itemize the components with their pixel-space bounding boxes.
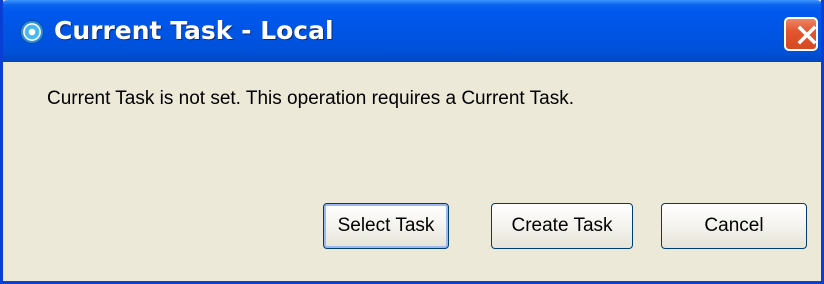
create-task-button[interactable]: Create Task: [491, 203, 633, 249]
title-bar[interactable]: Current Task - Local: [3, 0, 821, 62]
close-button[interactable]: [784, 17, 818, 51]
dialog-message: Current Task is not set. This operation …: [47, 88, 574, 109]
app-icon: [20, 20, 44, 44]
close-icon: [797, 25, 817, 45]
window-title: Current Task - Local: [54, 16, 334, 45]
cancel-button[interactable]: Cancel: [661, 203, 807, 249]
select-task-button[interactable]: Select Task: [323, 203, 449, 249]
dialog-window: Current Task - Local Current Task is not…: [0, 0, 824, 284]
